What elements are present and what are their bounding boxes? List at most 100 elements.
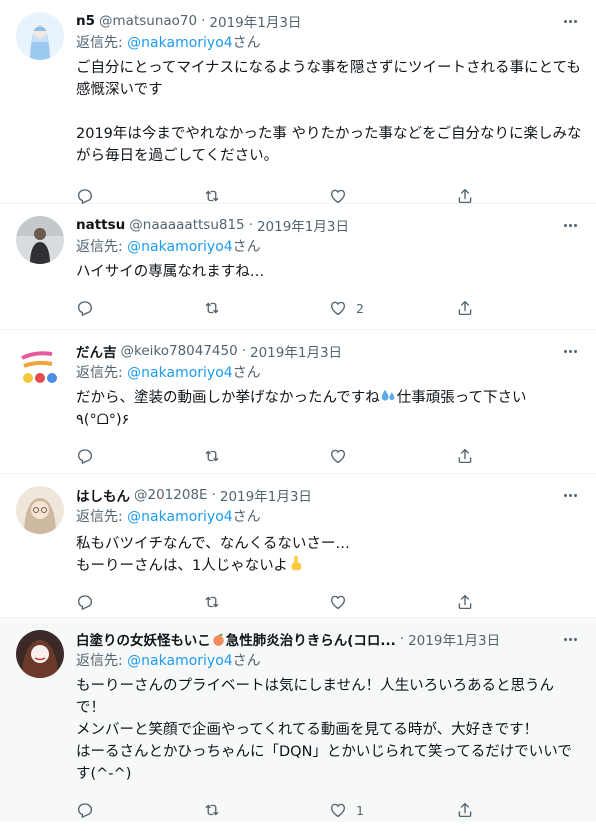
reply-button[interactable] xyxy=(76,299,203,317)
reply-prefix: 返信先: xyxy=(76,365,128,381)
like-button[interactable] xyxy=(329,447,456,465)
reply-icon xyxy=(76,299,94,317)
tweet-date[interactable]: 2019年1月3日 xyxy=(257,215,349,235)
share-icon xyxy=(456,187,474,205)
share-button[interactable] xyxy=(456,801,583,819)
like-button[interactable] xyxy=(329,593,456,611)
share-icon xyxy=(456,801,474,819)
retweet-button[interactable] xyxy=(203,593,330,611)
separator: · xyxy=(399,631,405,647)
share-button[interactable] xyxy=(456,593,583,611)
tweet-date[interactable]: 2019年1月3日 xyxy=(209,11,301,31)
more-icon[interactable] xyxy=(560,632,580,646)
tweet[interactable]: nattsu @naaaaattsu815 · 2019年1月3日 返信先: @… xyxy=(0,204,596,330)
like-button[interactable]: 2 xyxy=(329,299,456,317)
share-button[interactable] xyxy=(456,447,583,465)
mention-suffix: さん xyxy=(232,653,261,669)
reply-to: 返信先: @nakamoriyo4さん xyxy=(76,363,582,383)
reply-button[interactable] xyxy=(76,447,203,465)
display-name[interactable]: n5 xyxy=(76,13,95,29)
share-button[interactable] xyxy=(456,299,583,317)
display-name[interactable]: はしもん xyxy=(76,485,130,505)
tweet[interactable]: 白塗りの女妖怪もいこ 急性肺炎治りきらん(コロ... · 2019年1月3日 返信… xyxy=(0,618,596,822)
share-icon xyxy=(456,447,474,465)
tweet-header: 白塗りの女妖怪もいこ 急性肺炎治りきらん(コロ... · 2019年1月3日 xyxy=(76,629,582,649)
share-icon xyxy=(456,299,474,317)
more-icon[interactable] xyxy=(560,14,580,28)
tweet[interactable]: はしもん @201208E · 2019年1月3日 返信先: @nakamori… xyxy=(0,474,596,618)
tweet-text: ハイサイの専属なれますね… xyxy=(76,264,265,280)
display-name[interactable]: 白塗りの女妖怪もいこ 急性肺炎治りきらん(コロ... xyxy=(76,629,396,649)
reply-prefix: 返信先: xyxy=(76,35,128,51)
mention-suffix: さん xyxy=(232,239,261,255)
reply-icon xyxy=(76,187,94,205)
like-count: 1 xyxy=(356,802,364,818)
reply-icon xyxy=(76,447,94,465)
avatar[interactable] xyxy=(16,12,64,60)
share-icon xyxy=(456,593,474,611)
sweat-droplets-icon xyxy=(381,389,395,401)
tweet-date[interactable]: 2019年1月3日 xyxy=(250,341,342,361)
like-button[interactable]: 1 xyxy=(329,801,456,819)
mention-link[interactable]: @nakamoriyo4 xyxy=(127,365,233,381)
retweet-button[interactable] xyxy=(203,447,330,465)
tweet-text: もーりーさんのプライベートは気にしません！人生いろいろあると思うんで！ メンバー… xyxy=(76,678,572,782)
retweet-icon xyxy=(203,187,221,205)
reply-button[interactable] xyxy=(76,801,203,819)
like-icon xyxy=(329,187,347,205)
retweet-button[interactable] xyxy=(203,801,330,819)
reply-button[interactable] xyxy=(76,593,203,611)
reply-to: 返信先: @nakamoriyo4さん xyxy=(76,507,582,527)
mention-link[interactable]: @nakamoriyo4 xyxy=(127,35,233,51)
retweet-button[interactable] xyxy=(203,187,330,205)
user-handle[interactable]: @keiko78047450 xyxy=(121,343,238,359)
tweet-text: ご自分にとってマイナスになるような事を隠さずにツイートされる事にとても感慨深いで… xyxy=(76,60,582,164)
separator: · xyxy=(248,217,253,233)
share-button[interactable] xyxy=(456,187,583,205)
more-icon[interactable] xyxy=(560,488,580,502)
mention-link[interactable]: @nakamoriyo4 xyxy=(127,239,233,255)
reply-to: 返信先: @nakamoriyo4さん xyxy=(76,237,582,257)
like-icon xyxy=(329,447,347,465)
mention-suffix: さん xyxy=(232,365,261,381)
reply-button[interactable] xyxy=(76,187,203,205)
retweet-button[interactable] xyxy=(203,299,330,317)
tweet-header: nattsu @naaaaattsu815 · 2019年1月3日 xyxy=(76,215,582,235)
mention-link[interactable]: @nakamoriyo4 xyxy=(127,653,233,669)
mention-link[interactable]: @nakamoriyo4 xyxy=(127,509,233,525)
avatar[interactable] xyxy=(16,216,64,264)
display-name[interactable]: nattsu xyxy=(76,217,125,233)
avatar[interactable] xyxy=(16,630,64,678)
user-handle[interactable]: @matsunao70 xyxy=(99,13,197,29)
reply-icon xyxy=(76,801,94,819)
reply-prefix: 返信先: xyxy=(76,653,128,669)
mention-suffix: さん xyxy=(232,509,261,525)
retweet-icon xyxy=(203,801,221,819)
display-name[interactable]: だん吉 xyxy=(76,341,117,361)
tweet-actions xyxy=(76,435,582,477)
reply-to: 返信先: @nakamoriyo4さん xyxy=(76,33,582,53)
retweet-icon xyxy=(203,299,221,317)
tweet-actions: 1 xyxy=(76,789,582,831)
user-handle[interactable]: @201208E xyxy=(134,487,208,503)
avatar[interactable] xyxy=(16,486,64,534)
peach-icon xyxy=(212,633,224,646)
retweet-icon xyxy=(203,593,221,611)
separator: · xyxy=(201,13,206,29)
tweet-text: 私もバツイチなんで、なんくるないさー… もーりーさんは、1人じゃないよ xyxy=(76,533,582,577)
tweet-actions: 2 xyxy=(76,287,582,329)
tweet-date[interactable]: 2019年1月3日 xyxy=(220,485,312,505)
tweet-header: n5 @matsunao70 · 2019年1月3日 xyxy=(76,11,582,31)
avatar[interactable] xyxy=(16,342,64,390)
mention-suffix: さん xyxy=(232,35,261,51)
tweet[interactable]: だん吉 @keiko78047450 · 2019年1月3日 返信先: @nak… xyxy=(0,330,596,474)
tweet-text: だから、塗装の動画しか挙げなかったんですね 仕事頑張って下さい ٩(°ᗝ°)۶ xyxy=(76,387,582,431)
separator: · xyxy=(211,487,216,503)
more-icon[interactable] xyxy=(560,344,580,358)
user-handle[interactable]: @naaaaattsu815 xyxy=(129,217,244,233)
more-icon[interactable] xyxy=(560,218,580,232)
like-button[interactable] xyxy=(329,187,456,205)
tweet-date[interactable]: 2019年1月3日 xyxy=(408,629,500,649)
tweet[interactable]: n5 @matsunao70 · 2019年1月3日 返信先: @nakamor… xyxy=(0,0,596,204)
pointing-up-icon xyxy=(291,555,302,571)
